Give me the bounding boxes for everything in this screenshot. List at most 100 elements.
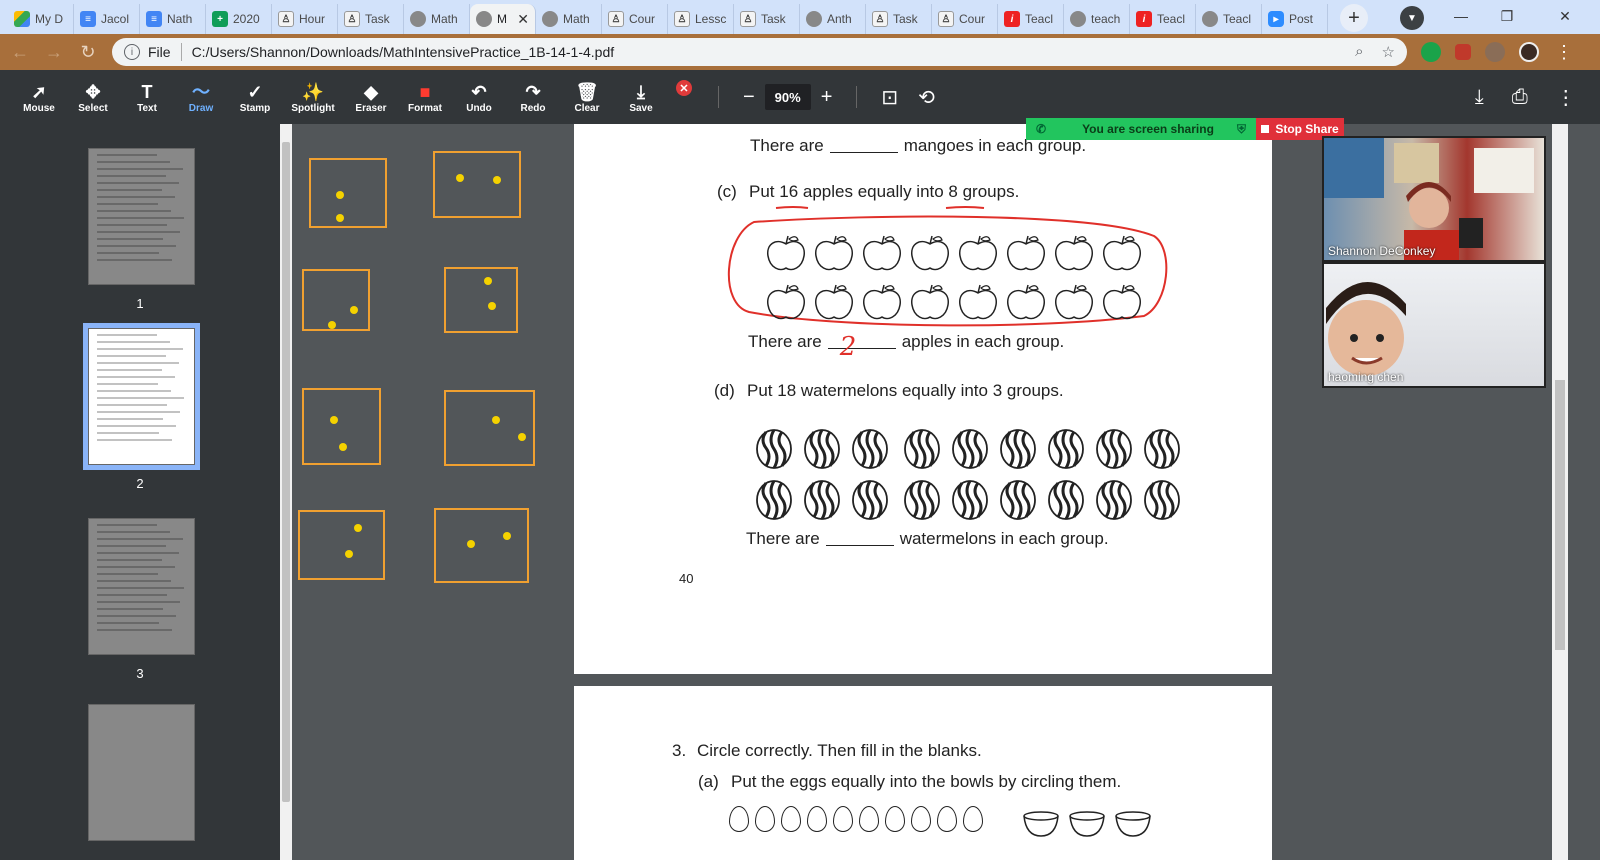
stop-icon (1261, 125, 1270, 133)
tool-clear-button[interactable]: 🗑 Clear (560, 72, 614, 122)
print-icon[interactable]: ⎙ (1512, 86, 1528, 109)
browser-tab[interactable]: i Teacl (998, 4, 1064, 34)
zoom-out-icon[interactable]: − (743, 86, 755, 109)
bookmark-star-icon[interactable]: ☆ (1382, 43, 1395, 61)
dot-box[interactable] (444, 390, 535, 466)
zoom-in-icon[interactable]: + (821, 86, 833, 109)
sidebar-scroll-thumb[interactable] (282, 142, 290, 802)
tool-draw-button[interactable]: 〜 Draw (174, 72, 228, 122)
tab-list: My D ≡ Jacol ≡ Nath +2020 ♙ Hour ♙ Task Math M ✕ Math… (8, 0, 1328, 34)
site-info-icon[interactable]: i (124, 44, 140, 60)
tpt-icon: ♙ (938, 11, 954, 27)
browser-menu-icon[interactable]: ⋮ (1555, 42, 1573, 63)
dot-box[interactable] (444, 267, 518, 333)
tab-title: Hour (299, 12, 326, 26)
sidebar-scrollbar[interactable] (280, 124, 292, 860)
tab-search-icon[interactable]: ▼ (1400, 6, 1424, 30)
browser-tab[interactable]: ♙ Lessc (668, 4, 734, 34)
dot-box[interactable] (434, 508, 529, 583)
minimize-icon[interactable]: — (1438, 0, 1484, 32)
dot-box[interactable] (309, 158, 387, 228)
browser-tab[interactable]: ≡ Jacol (74, 4, 140, 34)
browser-tab[interactable]: i Teacl (1130, 4, 1196, 34)
q3-instruction: Circle correctly. Then fill in the blank… (697, 741, 982, 760)
browser-tab[interactable]: My D (8, 4, 74, 34)
screen-sharing-indicator[interactable]: ✆ You are screen sharing ⛨ (1026, 118, 1256, 140)
profile-avatar-icon[interactable] (1519, 42, 1539, 62)
apple-icon (1055, 284, 1093, 320)
browser-tab[interactable]: ♙ Task (338, 4, 404, 34)
teach-icon: i (1136, 11, 1152, 27)
tool-spotlight-button[interactable]: ✨ Spotlight (282, 72, 344, 122)
tool-label: Clear (574, 102, 600, 114)
document-scroll-thumb[interactable] (1555, 380, 1565, 650)
dot-box[interactable] (302, 388, 381, 465)
close-annotation-icon[interactable]: ✕ (676, 80, 692, 96)
browser-tab[interactable]: +2020 (206, 4, 272, 34)
browser-tab[interactable]: ♙ Hour (272, 4, 338, 34)
page-thumbnail[interactable] (88, 518, 195, 655)
fit-page-icon[interactable]: ⊡ (881, 85, 898, 110)
tpt-icon: ♙ (608, 11, 624, 27)
underline-16 (775, 206, 809, 209)
format-icon: ■ (419, 81, 431, 102)
video-tile-2[interactable]: haoming chen (1322, 262, 1546, 388)
extension-green-icon[interactable] (1421, 42, 1441, 62)
browser-tab[interactable]: teach (1064, 4, 1130, 34)
browser-tab[interactable]: ♙ Cour (932, 4, 998, 34)
page-thumbnail[interactable] (83, 323, 200, 470)
q-d-question: Put 18 watermelons equally into 3 groups… (747, 381, 1064, 400)
tool-save-button[interactable]: ⤓ Save (614, 72, 668, 122)
browser-tab[interactable]: ♙ Task (734, 4, 800, 34)
extension-puzzle-icon[interactable] (1485, 42, 1505, 62)
browser-tab[interactable]: Teacl (1196, 4, 1262, 34)
url-field[interactable]: i File C:/Users/Shannon/Downloads/MathIn… (112, 38, 1407, 66)
zoom-lens-icon[interactable]: ⌕ (1355, 43, 1363, 61)
tool-mouse-button[interactable]: ➚ Mouse (12, 72, 66, 122)
rotate-icon[interactable]: ⟲ (918, 85, 935, 110)
browser-tab[interactable]: ♙ Task (866, 4, 932, 34)
page-thumbnail[interactable] (88, 704, 195, 841)
sharing-text: You are screen sharing (1082, 122, 1214, 136)
browser-tab[interactable]: ≡ Nath (140, 4, 206, 34)
back-icon[interactable]: ← (6, 38, 34, 66)
browser-tab[interactable]: Math (536, 4, 602, 34)
pdf-menu-icon[interactable]: ⋮ (1556, 85, 1576, 110)
download-icon[interactable]: ⤓ (1475, 86, 1484, 109)
browser-tab[interactable]: Math (404, 4, 470, 34)
tool-label: Undo (466, 102, 492, 114)
dot (467, 540, 475, 548)
tpt-icon: ♙ (674, 11, 690, 27)
tool-undo-button[interactable]: ↶ Undo (452, 72, 506, 122)
url-scheme-label: File (148, 44, 171, 60)
tpt-icon: ♙ (344, 11, 360, 27)
browser-tab[interactable]: ♙ Cour (602, 4, 668, 34)
tool-text-button[interactable]: T Text (120, 72, 174, 122)
new-tab-button[interactable]: + (1340, 4, 1368, 32)
reload-icon[interactable]: ↻ (74, 38, 102, 66)
zoom-level-field[interactable]: 90% (764, 84, 811, 110)
forward-icon[interactable]: → (40, 38, 68, 66)
browser-tab[interactable]: ▸ Post (1262, 4, 1328, 34)
document-scrollbar[interactable] (1552, 124, 1568, 860)
video-tile-1[interactable]: Shannon DeConkey (1322, 136, 1546, 262)
browser-tab[interactable]: M ✕ (470, 4, 536, 34)
dot-box[interactable] (298, 510, 385, 580)
ublock-icon[interactable] (1455, 44, 1471, 60)
restore-icon[interactable]: ❐ (1484, 0, 1530, 32)
tool-format-button[interactable]: ■ Format (398, 72, 452, 122)
tool-eraser-button[interactable]: ◆ Eraser (344, 72, 398, 122)
tool-stamp-button[interactable]: ✓ Stamp (228, 72, 282, 122)
close-window-icon[interactable]: ✕ (1530, 0, 1600, 32)
dot-box[interactable] (302, 269, 370, 331)
close-tab-icon[interactable]: ✕ (517, 11, 529, 28)
participant-name: Shannon DeConkey (1328, 244, 1436, 258)
browser-tab[interactable]: Anth (800, 4, 866, 34)
watermelon-icon (1096, 429, 1132, 469)
page-thumbnail[interactable] (88, 148, 195, 285)
egg-icon (911, 806, 931, 832)
tool-redo-button[interactable]: ↷ Redo (506, 72, 560, 122)
apple-icon (911, 284, 949, 320)
dot-box[interactable] (433, 151, 521, 218)
tool-select-button[interactable]: ✥ Select (66, 72, 120, 122)
